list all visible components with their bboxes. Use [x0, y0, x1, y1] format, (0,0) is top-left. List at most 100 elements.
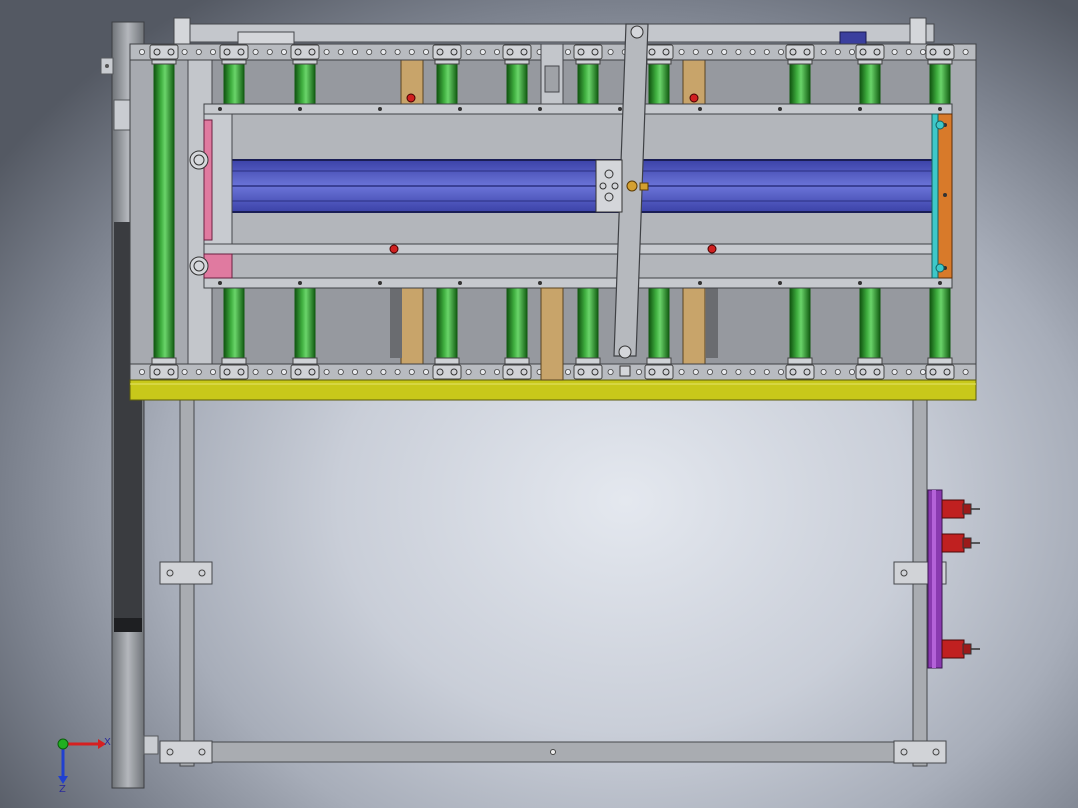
rail-hole: [181, 49, 188, 56]
rivet: [938, 281, 942, 285]
rivet: [858, 107, 862, 111]
rail-hole: [607, 368, 614, 375]
rail-hole: [493, 368, 500, 375]
x-axis-label: X: [104, 737, 111, 748]
rail-hole: [834, 49, 841, 56]
rail-hole: [834, 368, 841, 375]
rail-hole: [252, 368, 259, 375]
rail-hole: [849, 368, 856, 375]
rail-hole: [195, 368, 202, 375]
rail-hole: [266, 368, 273, 375]
rail-hole: [565, 368, 572, 375]
rail-hole: [962, 49, 969, 56]
rail-hole: [181, 368, 188, 375]
proximity-sensor: [941, 499, 980, 519]
rail-hole: [721, 368, 728, 375]
rail-hole: [763, 368, 770, 375]
rail-hole: [408, 49, 415, 56]
rail-hole: [195, 49, 202, 56]
rail-hole: [209, 49, 216, 56]
rail-hole: [891, 49, 898, 56]
rail-hole: [763, 49, 770, 56]
rivet: [378, 107, 382, 111]
rail-hole: [920, 368, 927, 375]
rail-hole: [692, 49, 699, 56]
proximity-sensor: [941, 639, 980, 659]
rail-hole: [337, 49, 344, 56]
bearing: [189, 150, 209, 170]
rail-hole: [422, 49, 429, 56]
rivet: [698, 107, 702, 111]
rail-hole: [380, 368, 387, 375]
belt-module: [189, 93, 953, 289]
rail-hole: [280, 49, 287, 56]
rail-hole: [678, 368, 685, 375]
rail-hole: [351, 49, 358, 56]
rivet: [698, 281, 702, 285]
rail-hole: [565, 49, 572, 56]
z-axis-label: Z: [59, 784, 66, 795]
rail-hole: [962, 368, 969, 375]
rail-hole: [394, 49, 401, 56]
rail-hole: [209, 368, 216, 375]
rail-hole: [138, 368, 145, 375]
rivet: [458, 107, 462, 111]
rivet: [218, 107, 222, 111]
rail-hole: [735, 49, 742, 56]
shadow-block: [390, 288, 402, 358]
rail-hole: [820, 368, 827, 375]
rivet: [778, 107, 782, 111]
rivet: [858, 281, 862, 285]
proximity-sensor: [941, 533, 980, 553]
rail-hole: [493, 49, 500, 56]
rivet: [458, 281, 462, 285]
rail-hole: [323, 368, 330, 375]
roller: [151, 57, 177, 365]
rivet: [298, 281, 302, 285]
rail-hole: [266, 49, 273, 56]
cad-viewport[interactable]: X Z: [0, 0, 1078, 808]
rivet: [538, 107, 542, 111]
rail-hole: [849, 49, 856, 56]
rail-hole: [820, 49, 827, 56]
rail-hole: [721, 49, 728, 56]
rail-hole: [351, 368, 358, 375]
rail-hole: [778, 49, 785, 56]
rail-hole: [366, 49, 373, 56]
rail-hole: [337, 368, 344, 375]
rail-hole: [607, 49, 614, 56]
rail-hole: [707, 49, 714, 56]
top-bar: [173, 17, 935, 47]
rail-hole: [636, 368, 643, 375]
rivet: [218, 281, 222, 285]
rail-hole: [252, 49, 259, 56]
rail-hole: [749, 368, 756, 375]
rail-hole: [735, 368, 742, 375]
rail-hole: [422, 368, 429, 375]
rivet: [938, 107, 942, 111]
rivet: [378, 281, 382, 285]
rail-hole: [479, 49, 486, 56]
rail-hole: [891, 368, 898, 375]
rail-hole: [707, 368, 714, 375]
rail-hole: [778, 368, 785, 375]
rail-hole: [749, 49, 756, 56]
sensor-bracket: [927, 489, 980, 669]
rail-hole: [465, 49, 472, 56]
rail-hole: [408, 368, 415, 375]
lower-frame: [143, 399, 947, 767]
rivet: [538, 281, 542, 285]
rail-hole: [394, 368, 401, 375]
shadow-block: [706, 288, 718, 358]
rail-hole: [323, 49, 330, 56]
rail-hole: [905, 49, 912, 56]
rivet: [778, 281, 782, 285]
assembly-drawing: X Z: [57, 17, 980, 795]
rail-hole: [280, 368, 287, 375]
bearing: [189, 256, 209, 276]
rail-hole: [380, 49, 387, 56]
rivet: [298, 107, 302, 111]
rail-hole: [678, 49, 685, 56]
rail-hole: [479, 368, 486, 375]
rail-hole: [138, 49, 145, 56]
